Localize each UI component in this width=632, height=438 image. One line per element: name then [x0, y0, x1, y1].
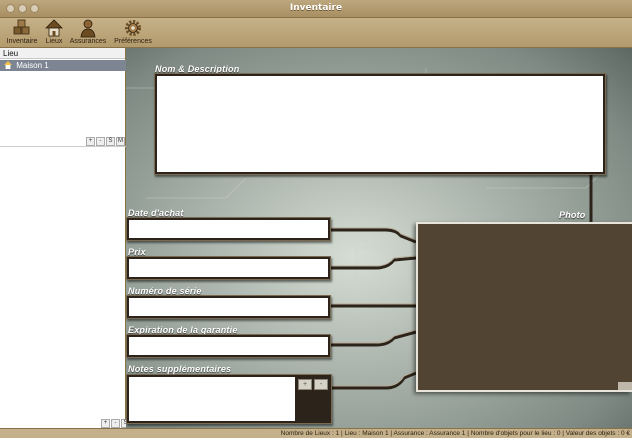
toolbar-preferences-button[interactable]: Préférences [112, 18, 154, 45]
sidebar: Lieu Maison 1 + - S M + - S [0, 48, 130, 428]
price-field[interactable] [129, 259, 328, 277]
boxes-icon [13, 19, 30, 35]
name-description-frame [154, 73, 606, 175]
remove-lieu-button[interactable]: - [96, 137, 105, 146]
photo-well[interactable] [416, 222, 632, 392]
status-bar: Nombre de Lieux : 1 | Lieu : Maison 1 | … [0, 428, 632, 438]
notes-frame: + - [126, 374, 332, 424]
name-description-field[interactable] [157, 76, 603, 172]
serial-number-frame [126, 295, 331, 319]
warranty-expiration-field[interactable] [129, 337, 328, 355]
toolbar: Inventaire Lieux Assurances Préférences [0, 18, 632, 48]
sidebar-item-label: Maison 1 [16, 61, 49, 70]
notes-label: Notes supplémentaires [128, 364, 232, 374]
sidebar-divider [0, 146, 126, 147]
person-icon [80, 19, 96, 38]
toolbar-preferences-label: Préférences [114, 38, 152, 45]
notes-buttons: + - [298, 379, 330, 390]
toolbar-inventaire-button[interactable]: Inventaire [4, 18, 40, 45]
toolbar-inventaire-label: Inventaire [6, 38, 38, 45]
house-icon [45, 19, 63, 37]
sidebar-mini-buttons: + - S M [85, 137, 125, 146]
toolbar-assurances-button[interactable]: Assurances [68, 18, 108, 45]
sidebar-item-maison-1[interactable]: Maison 1 [0, 60, 126, 71]
serial-number-field[interactable] [129, 298, 328, 316]
sidebar-header: Lieu [0, 48, 125, 59]
gear-icon [125, 20, 141, 36]
add-lieu-button[interactable]: + [86, 137, 95, 146]
remove-note-button[interactable]: - [314, 379, 328, 390]
window-title: Inventaire [289, 3, 343, 13]
toolbar-lieux-button[interactable]: Lieux [42, 18, 66, 45]
toolbar-assurances-label: Assurances [69, 38, 107, 45]
price-frame [126, 256, 331, 280]
remove-item-button[interactable]: - [111, 419, 120, 428]
photo-scroll-stub[interactable] [618, 382, 632, 390]
house-icon [4, 61, 12, 69]
photo-label: Photo [559, 210, 586, 220]
add-note-button[interactable]: + [298, 379, 312, 390]
s-lieu-button[interactable]: S [106, 137, 115, 146]
m-lieu-button[interactable]: M [116, 137, 125, 146]
purchase-date-field[interactable] [129, 220, 328, 238]
toolbar-lieux-label: Lieux [45, 38, 63, 45]
warranty-expiration-frame [126, 334, 331, 358]
purchase-date-frame [126, 217, 331, 241]
add-item-button[interactable]: + [101, 419, 110, 428]
title-bar: Inventaire [0, 0, 632, 18]
notes-field[interactable] [129, 377, 295, 421]
detail-panel: Nom & Description Photo Date d'achat Pri… [126, 48, 632, 428]
